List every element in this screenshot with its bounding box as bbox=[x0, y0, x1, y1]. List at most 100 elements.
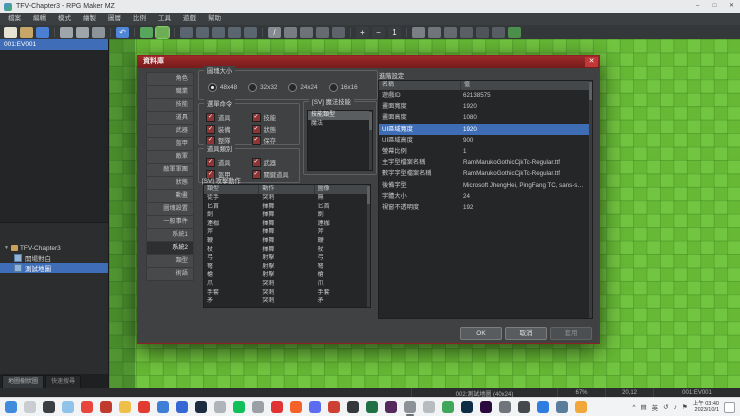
taskbar-app-6[interactable] bbox=[138, 401, 150, 413]
dock-tab-0[interactable]: 地圖樹狀圖 bbox=[2, 375, 45, 388]
taskbar-app-16[interactable] bbox=[328, 401, 340, 413]
new-file-icon[interactable] bbox=[4, 26, 17, 38]
sv-motions-row-6[interactable]: 杖揮舞杖 bbox=[204, 246, 370, 255]
cut-icon[interactable] bbox=[60, 26, 73, 38]
sv-motions-row-12[interactable]: 矛突刺矛 bbox=[204, 297, 370, 306]
notification-center-icon[interactable] bbox=[724, 401, 735, 413]
open-folder-icon[interactable] bbox=[20, 26, 33, 38]
taskbar-app-1[interactable] bbox=[43, 401, 55, 413]
ime-language-indicator[interactable]: 英 bbox=[652, 402, 659, 412]
menu-item-5[interactable]: 比例 bbox=[127, 13, 152, 25]
menu-item-6[interactable]: 工具 bbox=[152, 13, 177, 25]
advanced-setting-row-6[interactable]: 主字型檔案名稱 RamMarukoGothicCjkTc-Regular.ttf bbox=[379, 157, 592, 168]
database-tab-15[interactable]: 術語 bbox=[146, 268, 194, 281]
advanced-setting-row-8[interactable]: 後備字型 Microsoft JhengHei, PingFang TC, san… bbox=[379, 180, 592, 191]
database-tab-8[interactable]: 狀態 bbox=[146, 177, 194, 190]
sv-motions-row-5[interactable]: 鞭揮舞鞭 bbox=[204, 237, 370, 246]
taskbar-app-13[interactable] bbox=[271, 401, 283, 413]
database-tab-12[interactable]: 系統1 bbox=[146, 229, 194, 242]
map-tree-item-0[interactable]: 開場對白 bbox=[0, 253, 108, 263]
menu-command-checkbox-1[interactable]: ✓ 技能 bbox=[251, 113, 298, 122]
advanced-setting-row-10[interactable]: 視窗不透明度 192 bbox=[379, 202, 592, 213]
zoom-out-icon[interactable]: − bbox=[372, 26, 385, 38]
taskbar-app-3[interactable] bbox=[81, 401, 93, 413]
taskbar-app-14[interactable] bbox=[290, 401, 302, 413]
tile-size-option-3[interactable]: 16x16 bbox=[328, 83, 358, 92]
taskbar-app-22[interactable] bbox=[442, 401, 454, 413]
taskbar-app-8[interactable] bbox=[176, 401, 188, 413]
dialog-close-icon[interactable]: ✕ bbox=[585, 57, 598, 67]
item-category-checkbox-0[interactable]: ✓ 道具 bbox=[206, 158, 252, 167]
taskbar-app-9[interactable] bbox=[195, 401, 207, 413]
start-button[interactable] bbox=[5, 401, 17, 413]
sv-motions-row-7[interactable]: 弓射擊弓 bbox=[204, 254, 370, 263]
tray-keyboard-icon[interactable]: ▤ bbox=[641, 403, 647, 411]
taskbar-clock[interactable]: 上午 03:40 2023/10/1 bbox=[693, 401, 719, 414]
database-tab-14[interactable]: 類型 bbox=[146, 255, 194, 268]
ellipse-tool-icon[interactable] bbox=[212, 26, 225, 38]
dot-tool-icon[interactable] bbox=[284, 26, 297, 38]
sv-motions-row-8[interactable]: 弩射擊弩 bbox=[204, 263, 370, 272]
database-tab-4[interactable]: 武器 bbox=[146, 125, 194, 138]
menu-item-4[interactable]: 圖層 bbox=[102, 13, 127, 25]
taskbar-app-11[interactable] bbox=[233, 401, 245, 413]
menu-item-3[interactable]: 繪製 bbox=[77, 13, 102, 25]
sv-motions-row-4[interactable]: 斧揮舞斧 bbox=[204, 228, 370, 237]
menu-command-checkbox-0[interactable]: ✓ 道具 bbox=[206, 113, 252, 122]
menu-item-7[interactable]: 遊戲 bbox=[177, 13, 202, 25]
taskbar-app-20[interactable] bbox=[404, 401, 416, 416]
minimize-button[interactable]: – bbox=[689, 0, 706, 13]
tile-size-option-1[interactable]: 32x32 bbox=[248, 83, 277, 92]
event-mode-icon[interactable] bbox=[155, 25, 170, 39]
tray-flag-icon[interactable]: ⚑ bbox=[682, 403, 688, 411]
taskbar-app-29[interactable] bbox=[575, 401, 587, 413]
selected-event-item[interactable]: 001:EV001 bbox=[0, 39, 108, 50]
undo-icon[interactable]: ↶ bbox=[116, 26, 129, 38]
line-tool-icon[interactable]: / bbox=[268, 26, 281, 38]
database-tab-0[interactable]: 角色 bbox=[146, 72, 194, 86]
advanced-setting-row-3[interactable]: UI區域寬度 1920 bbox=[379, 123, 592, 135]
search-icon[interactable] bbox=[24, 401, 36, 413]
cancel-button[interactable]: 取消 bbox=[505, 327, 547, 340]
advanced-setting-row-2[interactable]: 畫面高度 1080 bbox=[379, 112, 592, 123]
database-tab-7[interactable]: 敵軍軍團 bbox=[146, 164, 194, 177]
sv-motions-row-9[interactable]: 槍射擊槍 bbox=[204, 271, 370, 280]
maximize-button[interactable]: □ bbox=[706, 0, 723, 13]
pencil-tool-icon[interactable] bbox=[180, 26, 193, 38]
database-tab-10[interactable]: 圖塊設置 bbox=[146, 203, 194, 216]
taskbar-app-21[interactable] bbox=[423, 401, 435, 413]
tree-expand-icon[interactable]: ▼ bbox=[4, 245, 9, 251]
menu-item-8[interactable]: 幫助 bbox=[202, 13, 227, 25]
tray-expand-icon[interactable]: ^ bbox=[632, 404, 635, 411]
zoom-actual-icon[interactable]: 1 bbox=[388, 26, 401, 38]
taskbar-app-27[interactable] bbox=[537, 401, 549, 413]
database-tab-13[interactable]: 系統2 bbox=[146, 242, 194, 255]
taskbar-app-15[interactable] bbox=[309, 401, 321, 413]
sv-motions-row-2[interactable]: 劍揮舞劍 bbox=[204, 211, 370, 220]
sv-motions-row-1[interactable]: 匕首 揮舞 匕首 bbox=[204, 203, 370, 212]
tray-volume-icon[interactable]: ♪ bbox=[674, 404, 677, 411]
database-tab-2[interactable]: 技能 bbox=[146, 99, 194, 112]
fill-tool-icon[interactable] bbox=[228, 26, 241, 38]
database-tab-6[interactable]: 敵軍 bbox=[146, 151, 194, 164]
advanced-setting-row-1[interactable]: 畫面寬度 1920 bbox=[379, 101, 592, 112]
taskbar-app-18[interactable] bbox=[366, 401, 378, 413]
paste-icon[interactable] bbox=[92, 26, 105, 38]
taskbar-app-7[interactable] bbox=[157, 401, 169, 413]
advanced-setting-row-9[interactable]: 字體大小 24 bbox=[379, 191, 592, 202]
database-icon[interactable] bbox=[412, 26, 425, 38]
database-tab-3[interactable]: 道具 bbox=[146, 112, 194, 125]
tray-sync-icon[interactable]: ↺ bbox=[663, 403, 668, 411]
sv-motions-column-header[interactable]: 動作 bbox=[259, 185, 315, 194]
menu-item-0[interactable]: 檔案 bbox=[2, 13, 27, 25]
database-tab-9[interactable]: 動畫 bbox=[146, 190, 194, 203]
sv-motions-column-header[interactable]: 類型 bbox=[204, 185, 260, 194]
angle-tool-icon[interactable] bbox=[332, 26, 345, 38]
tile-palette[interactable] bbox=[0, 50, 108, 222]
sv-motions-row-11[interactable]: 手套 突刺 手套 bbox=[204, 289, 370, 298]
zoom-in-icon[interactable]: + bbox=[356, 26, 369, 38]
shadow-tool-icon[interactable] bbox=[244, 26, 257, 38]
rectangle-tool-icon[interactable] bbox=[196, 26, 209, 38]
taskbar-app-24[interactable] bbox=[480, 401, 492, 413]
sv-magic-scrollbar[interactable] bbox=[369, 111, 372, 170]
